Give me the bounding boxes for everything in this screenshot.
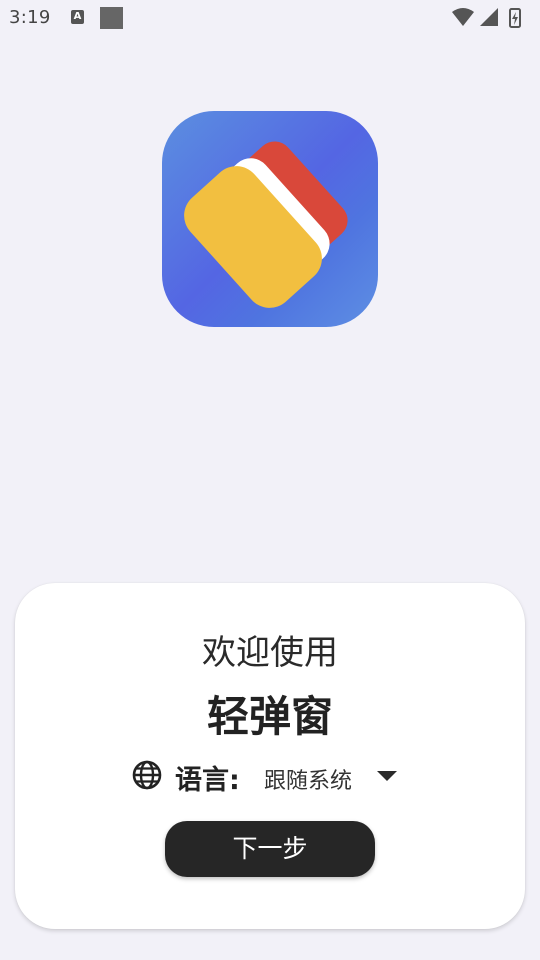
app-logo <box>162 111 378 327</box>
signal-icon <box>480 8 498 26</box>
status-icons-svg <box>452 8 521 28</box>
status-time: 3:19 <box>9 7 51 28</box>
status-bar: 3:19 A <box>0 0 540 36</box>
stacked-cards-icon <box>184 141 348 308</box>
caret-down-icon[interactable] <box>377 771 397 781</box>
wifi-icon <box>452 8 474 26</box>
charging-bolt-icon <box>512 12 518 25</box>
welcome-greeting: 欢迎使用 <box>202 633 338 673</box>
app-name: 轻弹窗 <box>206 692 333 741</box>
next-button[interactable]: 下一步 <box>165 821 375 877</box>
notification-a-icon: A <box>71 10 84 24</box>
language-selector[interactable]: 语言: 跟随系统 <box>131 755 431 796</box>
notification-square-icon <box>100 7 123 29</box>
status-icons <box>450 8 530 28</box>
language-value[interactable]: 跟随系统 <box>264 763 352 795</box>
language-label: 语言: <box>175 765 240 796</box>
welcome-card: 欢迎使用 轻弹窗 语言: 跟随系统 下一步 <box>15 583 525 929</box>
globe-icon <box>132 760 162 790</box>
